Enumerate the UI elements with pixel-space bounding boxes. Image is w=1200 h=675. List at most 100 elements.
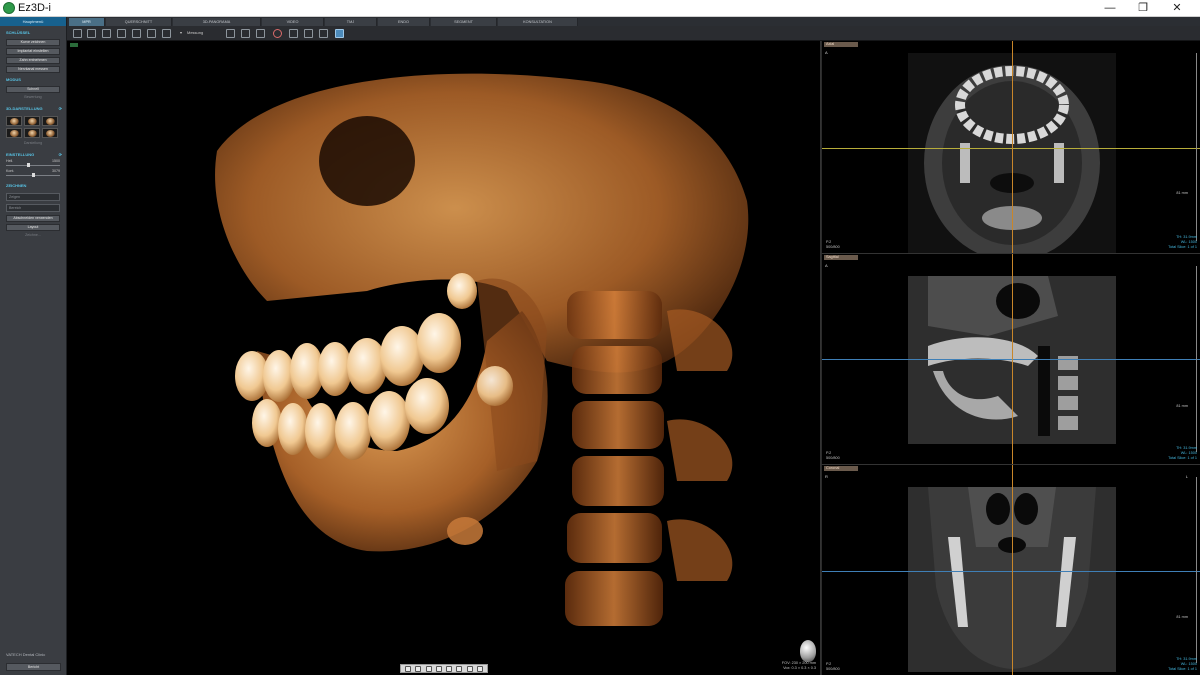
pan-hand-icon[interactable] [73, 29, 82, 38]
layout-icon[interactable] [304, 29, 313, 38]
coronal-crosshair-h[interactable] [822, 571, 1200, 572]
axial-orientation: A [825, 50, 828, 55]
view-front-icon[interactable] [425, 665, 432, 672]
preset-thumbnail[interactable] [24, 128, 40, 138]
brightness-label: Hell. [6, 159, 14, 163]
view-back-icon[interactable] [435, 665, 442, 672]
slider-knob[interactable] [32, 173, 35, 177]
coronal-view[interactable]: Coronal R L 81 mm P.2 500/800 TH: 31.9mm [821, 464, 1200, 675]
layout-button[interactable]: Layout [6, 224, 60, 231]
report-button[interactable]: Bericht [6, 663, 61, 671]
sagittal-view[interactable]: Sagittal A 81 mm P.2 500/800 TH: 31.9mm … [821, 253, 1200, 464]
orientation-head-icon[interactable] [800, 640, 816, 662]
draw-curve-button[interactable]: Kurve zeichnen [6, 39, 60, 46]
view-rotate-icon[interactable] [466, 665, 473, 672]
extract-tooth-button[interactable]: Zahn entnehmen [6, 57, 60, 64]
axial-crosshair-v[interactable] [1012, 41, 1013, 253]
contrast-slider[interactable]: Kont. 3079 [6, 169, 60, 179]
refresh-icon[interactable]: ⟳ [59, 105, 62, 113]
preset-thumbnail[interactable] [42, 116, 58, 126]
info-icon[interactable] [335, 29, 344, 38]
refresh-icon[interactable]: ⟳ [59, 151, 62, 159]
draw-button[interactable]: Zeichne... [6, 233, 60, 240]
view-status-tag [70, 43, 78, 47]
section-settings-label: EINSTELLUNG [6, 152, 35, 157]
view-top-icon[interactable] [446, 665, 453, 672]
tab-consultation[interactable]: KONSULTATION [498, 18, 578, 26]
tab-bar: MPR QUERSCHNITT 3D-PANORAMA VIDEO TMJ EN… [67, 17, 1200, 26]
preset-thumbnail[interactable] [42, 128, 58, 138]
coronal-info-line: Total Slice: 1 of 1 [1168, 667, 1197, 671]
coronal-scale [1196, 477, 1197, 663]
brightness-slider[interactable]: Hell. 1500 [6, 159, 60, 169]
minimize-button[interactable]: — [1095, 1, 1125, 16]
tab-3d-panorama[interactable]: 3D-PANORAMA [173, 18, 261, 26]
section-title-settings: EINSTELLUNG ⟳ [0, 151, 66, 159]
brightness-value: 1500 [52, 159, 60, 163]
tab-endo[interactable]: ENDO [378, 18, 430, 26]
dropdown-arrow-icon[interactable]: ▾ [180, 30, 182, 35]
implant-button[interactable]: Implantat einstellen [6, 48, 60, 55]
measure-label[interactable]: Messung [187, 30, 203, 35]
nerve-canal-button[interactable]: Nervkanal messen [6, 66, 60, 73]
restore-button[interactable]: ❐ [1128, 1, 1158, 16]
view-left-icon[interactable] [405, 665, 412, 672]
tab-mpr[interactable]: MPR [69, 18, 105, 26]
teeth-both-icon[interactable] [256, 29, 265, 38]
sagittal-crosshair-h[interactable] [822, 359, 1200, 360]
app-window: Ez3D-i — ❐ ✕ Hauptmenü SCHLÜSSEL Kurve z… [0, 0, 1200, 675]
sidebar-header[interactable]: Hauptmenü [0, 17, 66, 26]
fast-mode-button[interactable]: Schnell [6, 86, 60, 93]
coronal-crosshair-v[interactable] [1012, 465, 1013, 675]
preset-thumbnail[interactable] [6, 128, 22, 138]
image-icon[interactable] [289, 29, 298, 38]
sagittal-info-right: TH: 31.9mm WL: 1500 Total Slice: 1 of 1 [1168, 446, 1197, 461]
tab-segment[interactable]: SEGMENT [431, 18, 497, 26]
slider-knob[interactable] [27, 163, 30, 167]
teeth-lower-icon[interactable] [241, 29, 250, 38]
volume-info: FOV: 230 × 200 mm Vox: 0.3 × 0.3 × 0.3 [782, 661, 816, 671]
close-button[interactable]: ✕ [1162, 1, 1192, 16]
area-select[interactable]: Bereich [6, 204, 60, 212]
axial-crosshair-h[interactable] [822, 148, 1200, 149]
axial-view[interactable]: Axial A 81 mm P.2 500/800 TH: 31.9mm WL:… [821, 41, 1200, 253]
show-select[interactable]: Zeigen [6, 193, 60, 201]
polyline-icon[interactable] [117, 29, 126, 38]
preset-thumbnail[interactable] [6, 116, 22, 126]
preset-thumbnail[interactable] [24, 116, 40, 126]
teeth-upper-icon[interactable] [226, 29, 235, 38]
window-title: Ez3D-i [18, 2, 52, 14]
use-clip-button[interactable]: Abschneiden verwenden [6, 215, 60, 222]
tab-video[interactable]: VIDEO [262, 18, 324, 26]
tab-tmj[interactable]: TMJ [325, 18, 377, 26]
export-icon[interactable] [319, 29, 328, 38]
render-presets [6, 116, 60, 138]
coronal-title: Coronal [824, 466, 858, 471]
view-right-icon[interactable] [415, 665, 422, 672]
coronal-orientation-left: R [825, 474, 828, 479]
axial-info-right: TH: 31.9mm WL: 1500 Total Slice: 1 of 1 [1168, 235, 1197, 250]
axial-scale [1196, 53, 1197, 241]
view-reset-icon[interactable] [476, 665, 483, 672]
sagittal-title: Sagittal [824, 255, 858, 260]
camera-icon[interactable] [162, 29, 171, 38]
tool-bar: ▾ Messung [67, 26, 1200, 41]
section-3d-label: 3D-DARSTELLUNG [6, 106, 43, 111]
angle-icon[interactable] [102, 29, 111, 38]
presentation-button[interactable]: Darstellung [6, 141, 60, 148]
sagittal-orientation: A [825, 263, 828, 268]
slider-track[interactable] [6, 165, 60, 166]
reset-icon[interactable] [273, 29, 282, 38]
view-bottom-icon[interactable] [456, 665, 463, 672]
title-bar: Ez3D-i — ❐ ✕ [0, 0, 1200, 17]
tab-cross-section[interactable]: QUERSCHNITT [106, 18, 172, 26]
sagittal-info-line: Total Slice: 1 of 1 [1168, 456, 1197, 460]
sagittal-crosshair-v[interactable] [1012, 254, 1013, 464]
zoom-icon[interactable] [87, 29, 96, 38]
evaluation-button[interactable]: Bewertung [6, 95, 60, 102]
coronal-info-right: TH: 31.9mm WL: 1500 Total Slice: 1 of 1 [1168, 657, 1197, 672]
sagittal-scale-label: 81 mm [1176, 404, 1188, 408]
person-icon[interactable] [147, 29, 156, 38]
calendar-icon[interactable] [132, 29, 141, 38]
volume-render-view[interactable]: FOV: 230 × 200 mm Vox: 0.3 × 0.3 × 0.3 [67, 41, 821, 675]
